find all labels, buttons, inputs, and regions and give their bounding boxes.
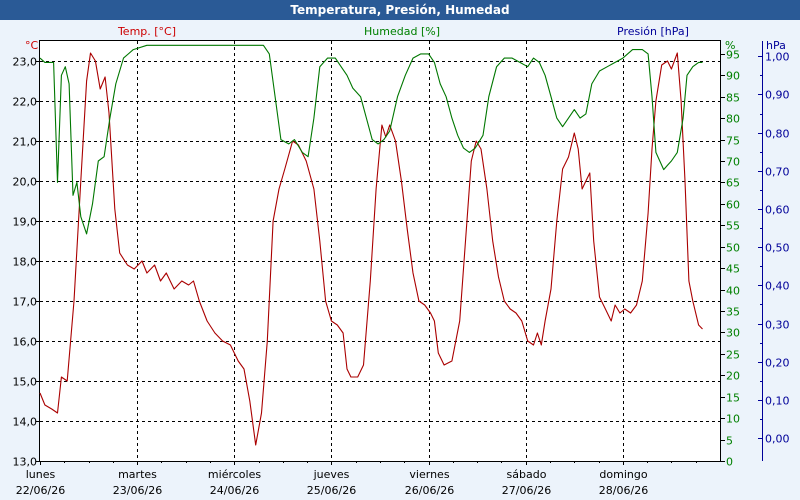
- humidity-tick-label: 30: [726, 327, 740, 340]
- temp-legend-label: Temp. [°C]: [117, 25, 176, 38]
- pressure-tick-label: 0,00: [765, 433, 790, 446]
- x-tick-date: 28/06/26: [599, 484, 648, 497]
- pressure-tick-label: 0,80: [765, 128, 790, 141]
- weather-chart: 13,0 14,0 15,0 16,0 17,0 18,0 19,0 20,0 21,0 22,0…: [13, 25, 790, 497]
- temp-tick-label: 22,0: [13, 96, 38, 109]
- x-tick-date: 24/06/26: [210, 484, 259, 497]
- x-axis: lunes 22/06/26 martes 23/06/26 miércoles 24/0…: [16, 461, 697, 497]
- temp-tick-label: 21,0: [13, 136, 38, 149]
- temp-tick-label: 19,0: [13, 216, 38, 229]
- humidity-axis: 05101520253035404550556065707580859095: [720, 41, 740, 469]
- x-tick-date: 27/06/26: [502, 484, 551, 497]
- humidity-tick-label: 90: [726, 70, 740, 83]
- humidity-tick-label: 25: [726, 349, 740, 362]
- pressure-tick-label: 0,50: [765, 242, 790, 255]
- humidity-tick-label: 5: [726, 435, 733, 448]
- x-tick-day: sábado: [507, 468, 547, 481]
- humidity-legend-label: Humedad [%]: [364, 25, 440, 38]
- humidity-tick-label: 80: [726, 113, 740, 126]
- pressure-axis: 0,00 0,10 0,20 0,30 0,40 0,50 0,60 0,70 0,80 0,90…: [758, 41, 790, 461]
- temp-tick-label: 17,0: [13, 296, 38, 309]
- temp-axis: 13,0 14,0 15,0 16,0 17,0 18,0 19,0 20,0 21,0 22,0…: [13, 56, 40, 469]
- humidity-tick-label: 70: [726, 156, 740, 169]
- x-tick-day: lunes: [26, 468, 56, 481]
- x-tick-day: viernes: [409, 468, 449, 481]
- humidity-tick-label: 0: [726, 456, 733, 469]
- x-tick-day: jueves: [313, 468, 350, 481]
- temp-tick-label: 14,0: [13, 416, 38, 429]
- pressure-tick-label: 0,70: [765, 166, 790, 179]
- humidity-tick-label: 75: [726, 135, 740, 148]
- humidity-tick-label: 20: [726, 370, 740, 383]
- pressure-tick-label: 0,60: [765, 204, 790, 217]
- humidity-tick-label: 55: [726, 220, 740, 233]
- x-tick-date: 25/06/26: [307, 484, 356, 497]
- x-tick-day: domingo: [599, 468, 647, 481]
- pressure-tick-label: 1,00: [765, 51, 790, 64]
- x-tick-date: 26/06/26: [405, 484, 454, 497]
- humidity-tick-label: 50: [726, 242, 740, 255]
- temp-tick-label: 18,0: [13, 256, 38, 269]
- humidity-tick-label: 15: [726, 392, 740, 405]
- pressure-tick-label: 0,20: [765, 357, 790, 370]
- temp-tick-label: 13,0: [13, 456, 38, 469]
- x-tick-date: 23/06/26: [113, 484, 162, 497]
- pressure-unit-label: hPa: [766, 39, 786, 52]
- x-tick-day: miércoles: [208, 468, 261, 481]
- x-tick-date: 22/06/26: [16, 484, 65, 497]
- x-tick-day: martes: [118, 468, 157, 481]
- humidity-tick-label: 10: [726, 413, 740, 426]
- humidity-tick-label: 35: [726, 306, 740, 319]
- temp-tick-label: 15,0: [13, 376, 38, 389]
- temp-tick-label: 23,0: [13, 56, 38, 69]
- pressure-tick-label: 0,10: [765, 395, 790, 408]
- humidity-tick-label: 60: [726, 199, 740, 212]
- humidity-tick-label: 85: [726, 92, 740, 105]
- humidity-tick-label: 65: [726, 177, 740, 190]
- temp-tick-label: 16,0: [13, 336, 38, 349]
- temp-tick-label: 20,0: [13, 176, 38, 189]
- pressure-tick-label: 0,30: [765, 319, 790, 332]
- temp-unit-label: °C: [25, 39, 39, 52]
- pressure-legend-label: Presión [hPa]: [617, 25, 689, 38]
- humidity-unit-label: %: [725, 39, 735, 52]
- plot-area: [39, 40, 721, 462]
- pressure-tick-label: 0,40: [765, 280, 790, 293]
- humidity-tick-label: 40: [726, 285, 740, 298]
- humidity-tick-label: 45: [726, 263, 740, 276]
- pressure-tick-label: 0,90: [765, 89, 790, 102]
